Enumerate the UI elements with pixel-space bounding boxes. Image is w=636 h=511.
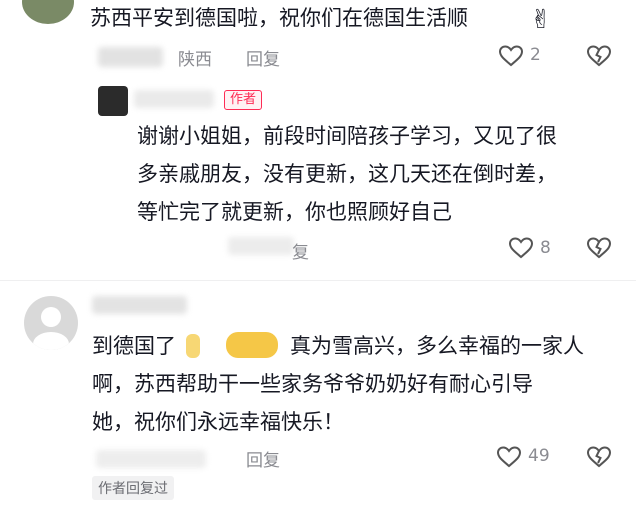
username (134, 90, 214, 108)
comment-text: 苏西平安到德国啦，祝你们在德国生活顺 (90, 6, 468, 30)
comment-text: 她，祝你们永远幸福快乐！ (92, 410, 344, 434)
like-count: 2 (530, 45, 541, 65)
emoji-icon (186, 330, 282, 360)
like-count: 49 (528, 446, 550, 466)
comment-text: 真为雪高兴，多么幸福的一家人 (290, 334, 584, 358)
location: 陕西 (178, 50, 212, 70)
avatar[interactable] (24, 296, 78, 350)
divider (0, 280, 636, 281)
broken-heart-icon[interactable] (586, 44, 612, 68)
timestamp (98, 47, 163, 67)
avatar[interactable] (22, 0, 74, 24)
reply-button[interactable]: 复 (292, 238, 309, 263)
comment-text: 多亲戚朋友，没有更新，这几天还在倒时差， (137, 162, 557, 186)
reply-button[interactable]: 回复 (246, 446, 280, 471)
author-badge: 作者 (224, 90, 263, 110)
comment-text: 到德国了 (92, 334, 176, 358)
comment-text: 啊，苏西帮助干一些家务爷爷奶奶好有耐心引导 (92, 372, 533, 396)
comment-text: 谢谢小姐姐，前段时间陪孩子学习，又见了很 (137, 124, 557, 148)
heart-icon[interactable] (496, 445, 522, 469)
heart-icon[interactable] (498, 44, 524, 68)
avatar[interactable] (98, 86, 128, 116)
like-count: 8 (540, 238, 551, 258)
broken-heart-icon[interactable] (586, 236, 612, 260)
timestamp (96, 450, 206, 468)
author-replied-tag[interactable]: 作者回复过 (92, 476, 174, 500)
default-avatar-icon (33, 307, 69, 350)
emoji-icon: ✌ (530, 5, 552, 35)
broken-heart-icon[interactable] (586, 445, 612, 469)
heart-icon[interactable] (508, 236, 534, 260)
reply-button[interactable]: 回复 (246, 45, 280, 70)
username (92, 296, 187, 314)
comment-text: 等忙完了就更新，你也照顾好自己 (137, 200, 452, 224)
timestamp (228, 237, 294, 255)
